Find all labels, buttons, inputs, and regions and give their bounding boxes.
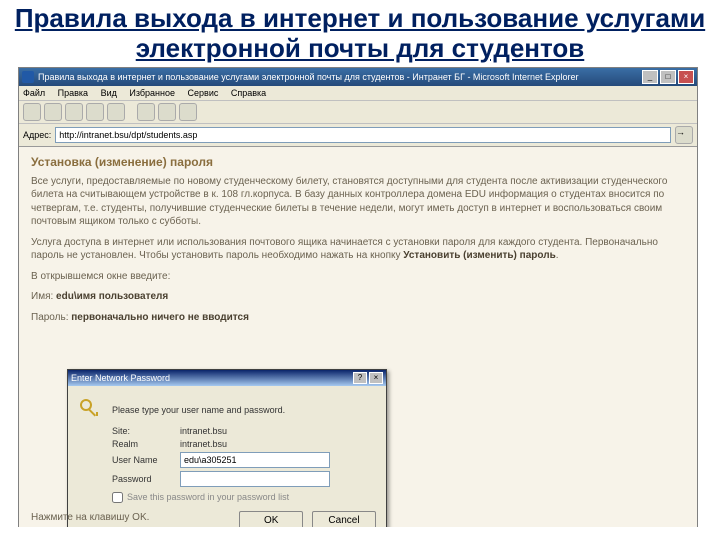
footer-text: Нажмите на клавишу OK. bbox=[31, 512, 149, 523]
go-button[interactable]: → bbox=[675, 126, 693, 144]
dialog-help-button[interactable]: ? bbox=[353, 372, 367, 384]
address-bar: Адрес: → bbox=[19, 124, 697, 147]
paragraph-1: Все услуги, предоставляемые по новому ст… bbox=[31, 175, 685, 229]
history-button[interactable] bbox=[179, 103, 197, 121]
dialog-close-button[interactable]: × bbox=[369, 372, 383, 384]
save-password-checkbox[interactable] bbox=[112, 492, 123, 503]
address-input[interactable] bbox=[55, 127, 671, 143]
menu-view[interactable]: Вид bbox=[101, 88, 117, 98]
stop-button[interactable] bbox=[65, 103, 83, 121]
site-value: intranet.bsu bbox=[180, 426, 227, 436]
paragraph-4: Имя: edu\имя пользователя bbox=[31, 290, 685, 304]
username-input[interactable] bbox=[180, 452, 330, 468]
dialog-prompt: Please type your user name and password. bbox=[112, 405, 285, 415]
home-button[interactable] bbox=[107, 103, 125, 121]
ok-button[interactable]: OK bbox=[239, 511, 303, 527]
menu-tools[interactable]: Сервис bbox=[188, 88, 219, 98]
search-button[interactable] bbox=[137, 103, 155, 121]
refresh-button[interactable] bbox=[86, 103, 104, 121]
password-input[interactable] bbox=[180, 471, 330, 487]
dialog-title-text: Enter Network Password bbox=[71, 373, 170, 383]
dialog-titlebar: Enter Network Password ? × bbox=[68, 370, 386, 386]
paragraph-3: В открывшемся окне введите: bbox=[31, 270, 685, 284]
window-title: Правила выхода в интернет и пользование … bbox=[38, 72, 578, 82]
realm-label: Realm bbox=[112, 439, 180, 449]
slide-title: Правила выхода в интернет и пользование … bbox=[0, 0, 720, 65]
favorites-button[interactable] bbox=[158, 103, 176, 121]
menubar: Файл Правка Вид Избранное Сервис Справка bbox=[19, 86, 697, 101]
titlebar: Правила выхода в интернет и пользование … bbox=[19, 68, 697, 86]
page-heading: Установка (изменение) пароля bbox=[31, 155, 685, 169]
cancel-button[interactable]: Cancel bbox=[312, 511, 376, 527]
close-button[interactable]: × bbox=[678, 70, 694, 84]
back-button[interactable] bbox=[23, 103, 41, 121]
paragraph-2: Услуга доступа в интернет или использова… bbox=[31, 236, 685, 263]
address-label: Адрес: bbox=[23, 130, 51, 140]
menu-file[interactable]: Файл bbox=[23, 88, 45, 98]
network-password-dialog: Enter Network Password ? × Please type y… bbox=[67, 369, 387, 527]
site-label: Site: bbox=[112, 426, 180, 436]
maximize-button[interactable]: □ bbox=[660, 70, 676, 84]
save-password-label: Save this password in your password list bbox=[127, 492, 289, 502]
toolbar bbox=[19, 101, 697, 124]
password-label: Password bbox=[112, 474, 180, 484]
menu-favorites[interactable]: Избранное bbox=[129, 88, 175, 98]
minimize-button[interactable]: _ bbox=[642, 70, 658, 84]
menu-edit[interactable]: Правка bbox=[58, 88, 88, 98]
ie-window: Правила выхода в интернет и пользование … bbox=[18, 67, 698, 527]
menu-help[interactable]: Справка bbox=[231, 88, 266, 98]
username-label: User Name bbox=[112, 455, 180, 465]
forward-button[interactable] bbox=[44, 103, 62, 121]
paragraph-5: Пароль: первоначально ничего не вводится bbox=[31, 311, 685, 325]
page-content: Установка (изменение) пароля Все услуги,… bbox=[19, 147, 697, 527]
realm-value: intranet.bsu bbox=[180, 439, 227, 449]
ie-icon bbox=[22, 71, 34, 83]
key-icon bbox=[78, 397, 104, 423]
